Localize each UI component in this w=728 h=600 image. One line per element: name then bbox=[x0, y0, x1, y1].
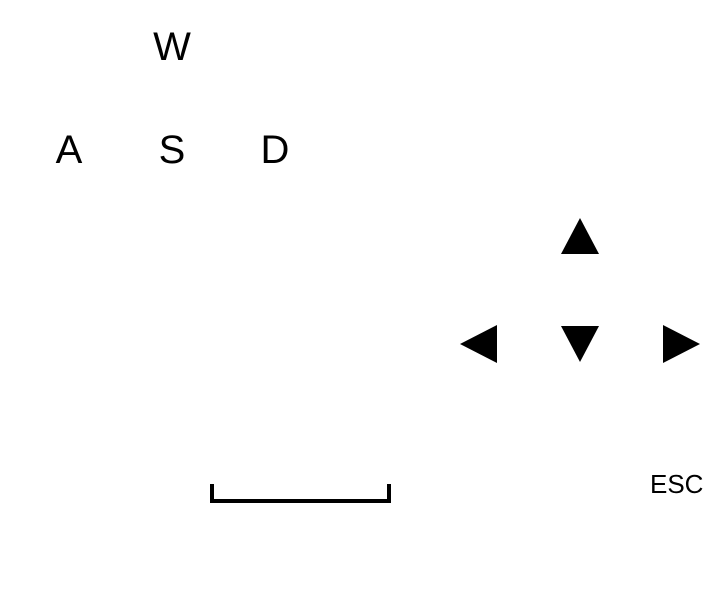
w-key[interactable]: W bbox=[147, 27, 197, 67]
esc-key[interactable]: ESC bbox=[650, 470, 720, 498]
s-key[interactable]: S bbox=[147, 130, 197, 170]
d-key[interactable]: D bbox=[250, 130, 300, 170]
arrow-up-icon[interactable] bbox=[561, 218, 599, 254]
arrow-left-icon[interactable] bbox=[460, 325, 497, 363]
spacebar-icon[interactable] bbox=[210, 484, 391, 503]
a-key[interactable]: A bbox=[44, 130, 94, 170]
arrow-right-icon[interactable] bbox=[663, 325, 700, 363]
arrow-down-icon[interactable] bbox=[561, 326, 599, 362]
